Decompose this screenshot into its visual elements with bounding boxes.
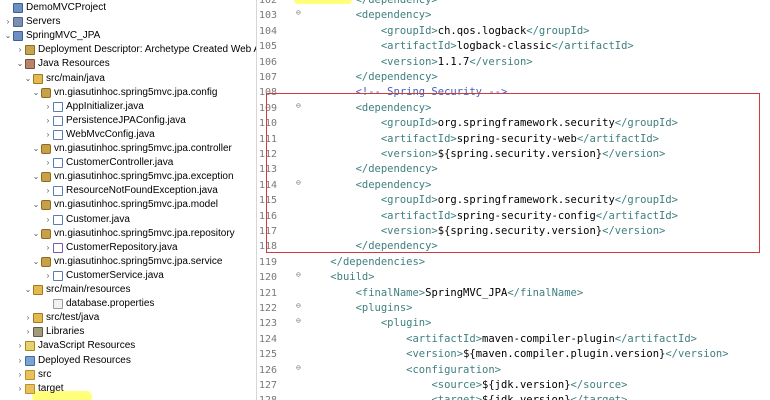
line-number: 128	[257, 392, 296, 400]
server-folder-icon	[13, 17, 23, 28]
tree-item-label: Deployed Resources	[38, 354, 131, 366]
java-interface-file-icon	[53, 242, 63, 253]
tree-item-label: WebMvcConfig.java	[66, 128, 155, 140]
fold-toggle-icon[interactable]: ⊖	[296, 315, 305, 327]
java-file-icon	[53, 101, 63, 112]
tree-item-label: AppInitializer.java	[66, 100, 144, 112]
deployed-resources-icon	[25, 355, 35, 366]
tree-item-label: PersistenceJPAConfig.java	[66, 114, 186, 126]
collapse-icon[interactable]: ⌄	[32, 226, 40, 242]
tree-item-label: vn.giasutinhoc.spring5mvc.jpa.exception	[54, 171, 234, 183]
project-icon	[13, 31, 23, 42]
java-file-icon	[53, 270, 63, 281]
fold-toggle-icon[interactable]: ⊖	[296, 362, 305, 374]
collapse-icon[interactable]: ⌄	[32, 169, 40, 185]
tree-item-label: vn.giasutinhoc.spring5mvc.jpa.model	[54, 199, 218, 211]
package-icon	[41, 200, 51, 211]
tree-item-label: vn.giasutinhoc.spring5mvc.jpa.controller	[54, 143, 232, 154]
package-icon	[41, 172, 51, 183]
properties-file-icon	[53, 299, 63, 310]
fold-toggle-icon[interactable]: ⊖	[296, 100, 305, 112]
package-icon	[41, 256, 51, 267]
project-explorer-tree: DemoMVCProject › Servers ⌄ SpringMVC_JPA › Dep…	[0, 0, 257, 400]
java-file-icon	[53, 186, 63, 197]
tree-item-label: Servers	[26, 16, 61, 28]
folder-icon	[25, 383, 35, 394]
tree-item-label: SpringMVC_JPA	[26, 30, 101, 42]
tree-item-label: CustomerController.java	[66, 157, 174, 169]
expand-icon[interactable]: ›	[16, 381, 24, 397]
code-editor[interactable]: 102 </dependency> 103 ⊖ <dependency> 104 <g…	[257, 0, 770, 400]
fold-toggle-icon[interactable]: ⊖	[296, 300, 305, 312]
tree-item-label: src/main/resources	[46, 284, 131, 295]
java-file-icon	[53, 158, 63, 169]
tree-item-label: Libraries	[46, 326, 85, 338]
tree-item-label: ResourceNotFoundException.java	[66, 185, 218, 197]
java-resources-icon	[25, 59, 35, 70]
tree-item-label: Java Resources	[38, 58, 110, 70]
javascript-resources-icon	[25, 341, 35, 352]
source-folder-icon	[33, 285, 43, 295]
tree-item-label: vn.giasutinhoc.spring5mvc.jpa.repository	[54, 227, 235, 239]
tree-item-label: database.properties	[66, 298, 155, 310]
tree-item-label: CustomerRepository.java	[66, 241, 178, 253]
collapse-icon[interactable]: ⌄	[24, 71, 32, 87]
source-folder-icon	[33, 313, 43, 324]
tree-item-label: src/test/java	[46, 312, 100, 324]
code-line[interactable]: 128 <target>${jdk.version}</target>	[257, 392, 627, 400]
tree-item-label: Customer.java	[66, 213, 130, 225]
collapse-icon[interactable]: ⌄	[4, 28, 12, 44]
tree-item-label: Deployment Descriptor: Archetype Created…	[38, 44, 257, 56]
deployment-descriptor-icon	[25, 45, 35, 56]
source-folder-icon	[33, 73, 43, 84]
java-file-icon	[53, 214, 63, 225]
collapse-icon[interactable]: ⌄	[16, 56, 24, 72]
fold-toggle-icon[interactable]: ⊖	[296, 269, 305, 281]
collapse-icon[interactable]: ⌄	[32, 141, 40, 157]
project-icon	[13, 3, 23, 13]
tree-item[interactable]: › target	[16, 381, 64, 397]
tree-item-label: DemoMVCProject	[26, 2, 107, 13]
tree-item-label: src	[38, 368, 52, 380]
libraries-icon	[33, 327, 43, 338]
tree-item-label: CustomerService.java	[66, 269, 164, 281]
tree-item-label: JavaScript Resources	[38, 340, 136, 352]
fold-toggle-icon[interactable]: ⊖	[296, 7, 305, 19]
tree-item-label: vn.giasutinhoc.spring5mvc.jpa.config	[54, 86, 218, 98]
collapse-icon[interactable]: ⌄	[32, 254, 40, 270]
collapse-icon[interactable]: ⌄	[32, 197, 40, 213]
java-file-icon	[53, 129, 63, 140]
collapse-icon[interactable]: ⌄	[24, 282, 32, 298]
tree-item-label: vn.giasutinhoc.spring5mvc.jpa.service	[54, 255, 223, 267]
package-icon	[41, 144, 51, 154]
fold-toggle-icon[interactable]: ⊖	[296, 177, 305, 189]
java-file-icon	[53, 115, 63, 126]
tree-item-label: src/main/java	[46, 72, 105, 84]
collapse-icon[interactable]: ⌄	[32, 85, 40, 101]
package-icon	[41, 87, 51, 98]
code-text: <target>${jdk.version}</target>	[305, 392, 627, 400]
tree-item-label: target	[38, 382, 64, 394]
folder-icon	[25, 369, 35, 380]
package-icon	[41, 228, 51, 239]
